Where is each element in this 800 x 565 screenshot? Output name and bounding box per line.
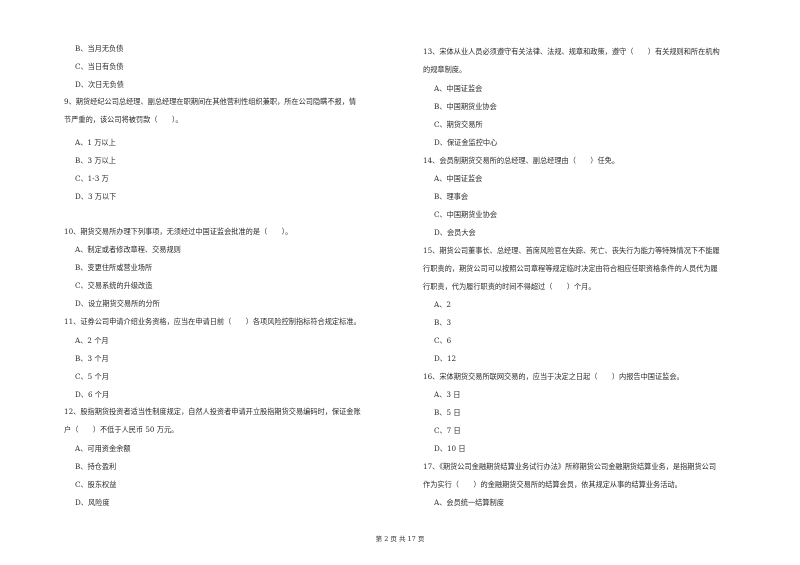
answer-option: A、3 日 <box>434 390 461 399</box>
question-text: 9、期货经纪公司总经理、副总经理在职期间在其他营利性组织兼职，所在公司隐瞒不报，… <box>64 97 357 106</box>
question-text: 11、证券公司申请介绍业务资格，应当在申请日前（ ）各项风险控制指标符合规定标准… <box>64 317 361 326</box>
question-text: 14、会员制期货交易所的总经理、副总经理由（ ）任免。 <box>423 156 620 165</box>
answer-option: C、当日有负债 <box>75 62 124 71</box>
answer-option: A、2 个月 <box>75 336 109 345</box>
question-text: 12、股指期货投资者适当性制度规定，自然人投资者申请开立股指期货交易编码时，保证… <box>64 407 361 416</box>
answer-option: D、3 万以下 <box>75 192 117 201</box>
answer-option: A、制定或者修改章程、交易规则 <box>75 245 181 254</box>
question-text: 10、期货交易所办理下列事项，无须经过中国证监会批准的是（ ）。 <box>64 227 293 236</box>
answer-option: A、2 <box>434 300 451 309</box>
answer-option: C、5 个月 <box>75 372 109 381</box>
answer-option: C、1-3 万 <box>75 174 109 183</box>
answer-option: B、中国期货业协会 <box>434 102 497 111</box>
answer-option: A、可用资金余额 <box>75 444 131 453</box>
question-text: 作为实行（ ）的金融期货交易所的结算会员，依其规定从事的结算业务活动。 <box>423 480 682 489</box>
answer-option: D、10 日 <box>434 444 466 453</box>
answer-option: B、3 个月 <box>75 354 109 363</box>
question-text: 的规章制度。 <box>423 65 467 74</box>
answer-option: D、保证金监控中心 <box>434 138 498 147</box>
answer-option: C、期货交易所 <box>434 120 483 129</box>
answer-option: B、变更住所或营业场所 <box>75 263 153 272</box>
answer-option: C、股东权益 <box>75 480 117 489</box>
answer-option: A、会员统一结算制度 <box>434 498 504 507</box>
answer-option: D、风险度 <box>75 498 110 507</box>
answer-option: C、中国期货业协会 <box>434 210 498 219</box>
question-text: 行职责，代为履行职责的时间不得超过（ ）个月。 <box>423 282 596 291</box>
answer-option: C、6 <box>434 336 452 345</box>
answer-option: D、设立期货交易所的分所 <box>75 299 160 308</box>
answer-option: D、12 <box>434 354 457 363</box>
answer-option: B、5 日 <box>434 408 461 417</box>
page-number-footer: 第 2 页 共 17 页 <box>375 535 425 543</box>
answer-option: B、持仓盈利 <box>75 462 117 471</box>
question-text: 17、《期货公司金融期货结算业务试行办法》所称期货公司金融期货结算业务，是指期货… <box>423 462 717 471</box>
answer-option: D、次日无负债 <box>75 80 124 89</box>
answer-option: A、1 万以上 <box>75 138 116 147</box>
answer-option: B、当月无负债 <box>75 44 124 53</box>
answer-option: D、6 个月 <box>75 390 110 399</box>
question-text: 16、宋体期货交易所联网交易的，应当于决定之日起（ ）内报告中国证监会。 <box>423 372 684 381</box>
answer-option: C、7 日 <box>434 426 461 435</box>
question-text: 行职责的，期货公司可以按照公司章程等规定临时决定由符合相应任职资格条件的人员代为… <box>423 264 718 273</box>
answer-option: B、3 万以上 <box>75 156 116 165</box>
question-text: 13、宋体从业人员必须遵守有关法律、法规、规章和政策，遵守（ ）有关规则和所在机… <box>423 47 720 56</box>
answer-option: D、会员大会 <box>434 228 476 237</box>
question-text: 节严重的，该公司将被罚款（ ）。 <box>64 115 183 124</box>
answer-option: B、理事会 <box>434 192 469 201</box>
question-text: 户（ ）不低于人民币 50 万元。 <box>64 425 179 434</box>
answer-option: A、中国证监会 <box>434 84 483 93</box>
answer-option: C、交易系统的升级改造 <box>75 281 153 290</box>
answer-option: A、中国证监会 <box>434 174 483 183</box>
answer-option: B、3 <box>434 318 452 327</box>
question-text: 15、期货公司董事长、总经理、首席风险官在失踪、死亡、丧失行为能力等特殊情况下不… <box>423 246 720 255</box>
